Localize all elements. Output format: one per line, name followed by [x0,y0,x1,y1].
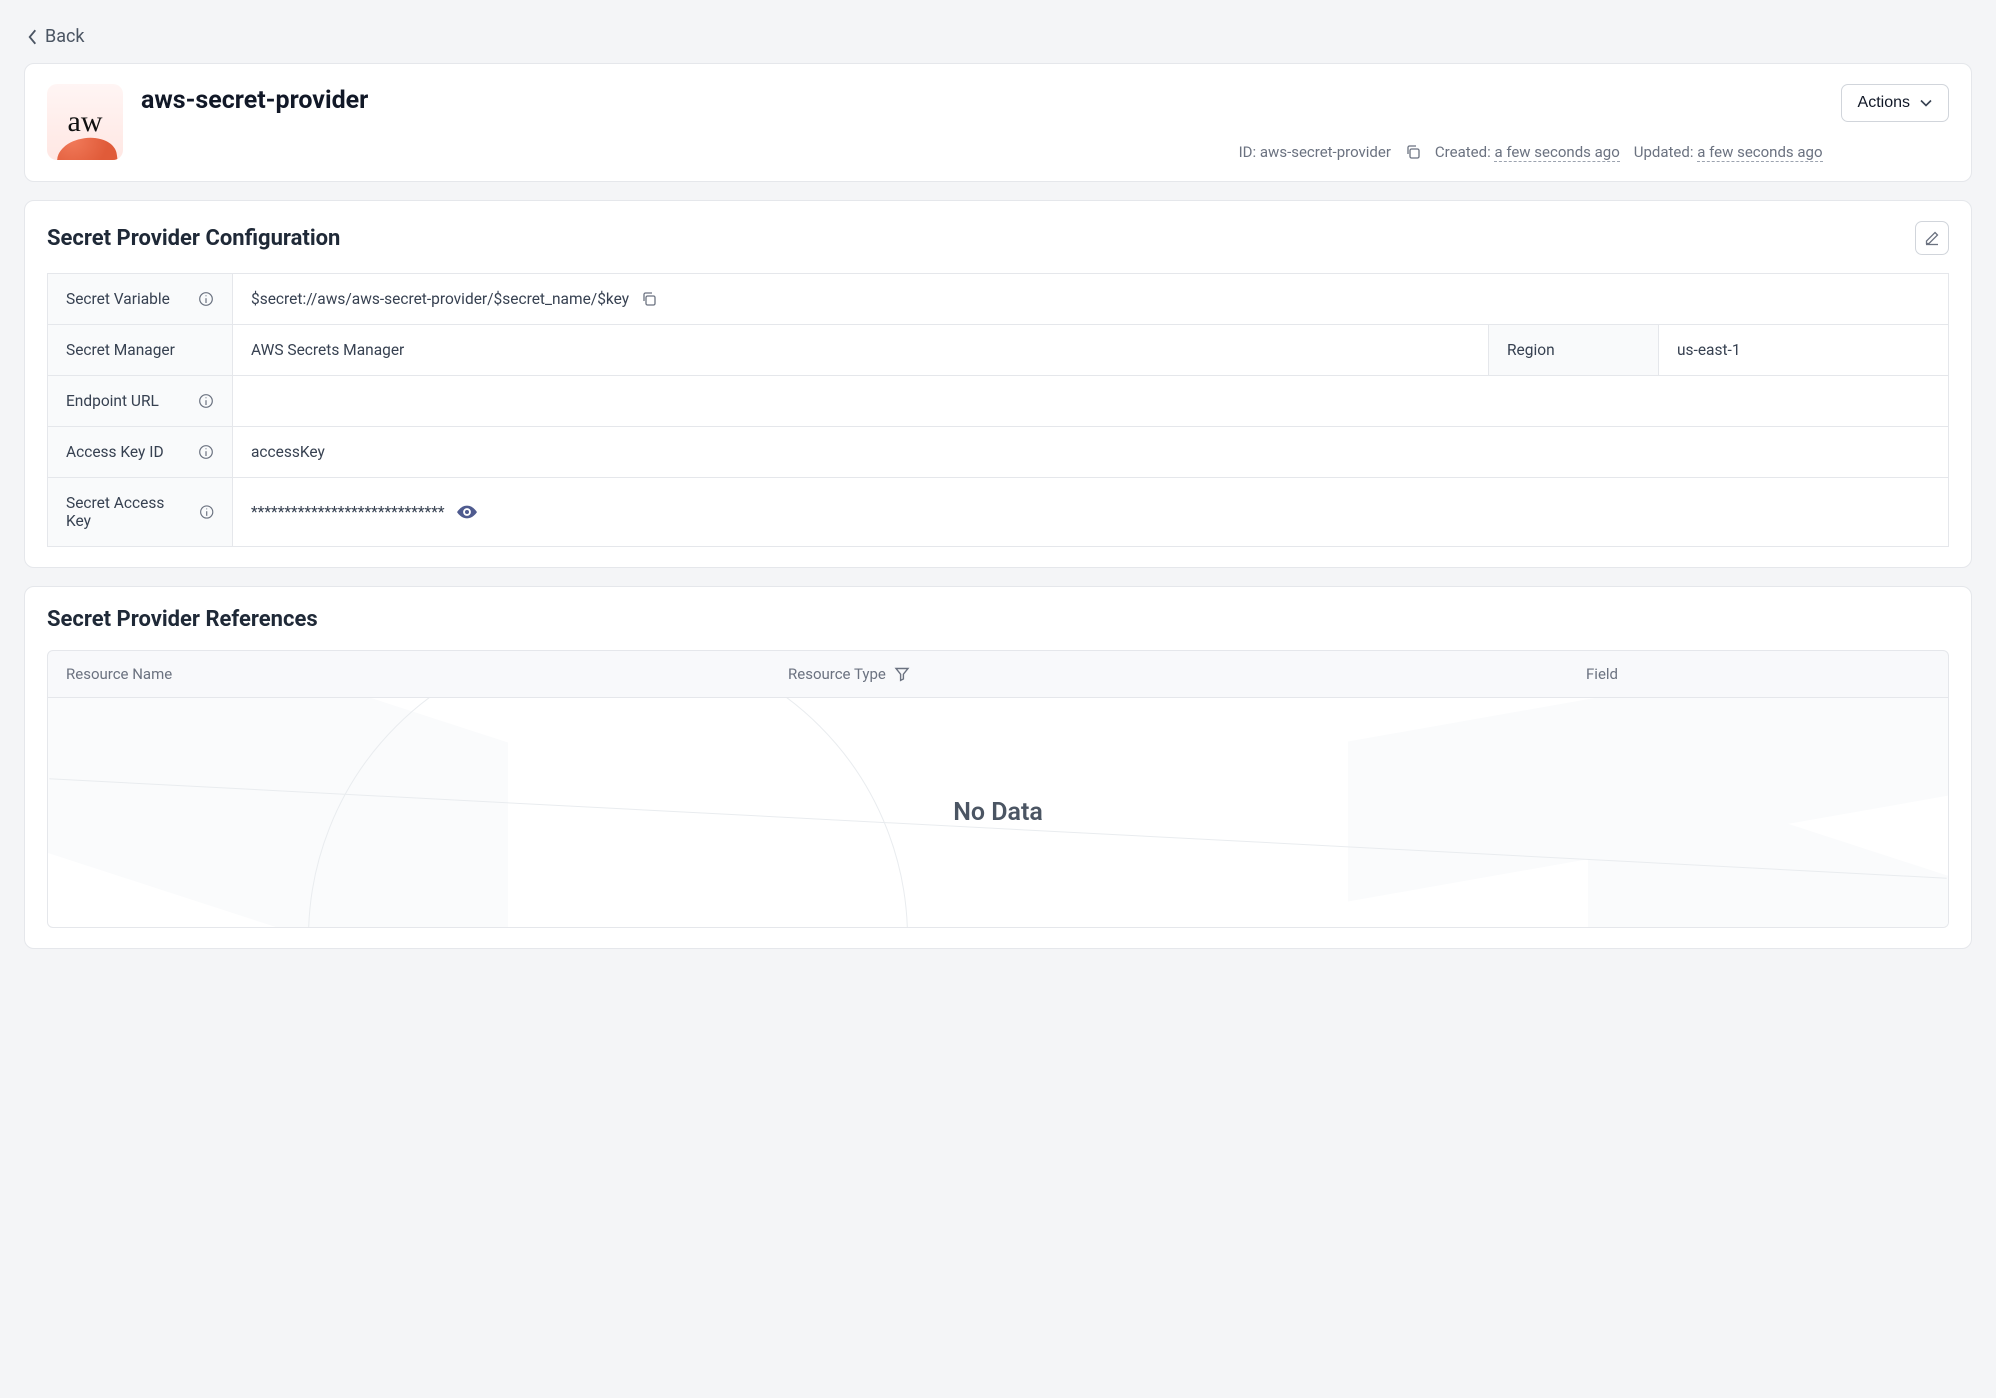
col-field[interactable]: Field [1568,651,1948,697]
chevron-down-icon [1920,99,1932,107]
access-key-id-label: Access Key ID [66,443,164,461]
page-title: aws-secret-provider [141,86,1823,115]
id-label: ID: [1239,143,1257,161]
back-button[interactable]: Back [28,26,85,47]
id-group: ID: aws-secret-provider [1239,143,1391,161]
row-endpoint-url: Endpoint URL [48,376,1949,427]
row-secret-access-key: Secret Access Key **********************… [48,478,1949,547]
region-label: Region [1507,341,1555,359]
references-table-header: Resource Name Resource Type Field [47,650,1949,698]
id-value: aws-secret-provider [1260,143,1391,161]
info-icon[interactable] [199,504,214,520]
provider-logo: aw [47,84,123,160]
secret-access-key-value: ***************************** [251,503,445,521]
actions-button[interactable]: Actions [1841,84,1949,122]
references-card: Secret Provider References Resource Name… [24,586,1972,949]
config-table: Secret Variable $secret://aws/aws-secret… [47,273,1949,547]
info-icon[interactable] [198,393,214,409]
col-field-label: Field [1586,665,1618,683]
updated-group: Updated: a few seconds ago [1634,143,1823,161]
region-value: us-east-1 [1677,341,1741,359]
filter-icon[interactable] [894,666,910,682]
access-key-id-value: accessKey [251,443,325,461]
col-resource-type-label: Resource Type [788,665,886,683]
endpoint-url-label: Endpoint URL [66,392,159,410]
created-label: Created: [1435,143,1491,161]
chevron-left-icon [28,29,37,45]
row-secret-variable: Secret Variable $secret://aws/aws-secret… [48,274,1949,325]
header-card: aw aws-secret-provider ID: aws-secret-pr… [24,63,1972,182]
provider-logo-text: aw [68,105,103,139]
edit-button[interactable] [1915,221,1949,255]
back-label: Back [45,26,85,47]
references-empty-state: No Data [47,698,1949,928]
created-group: Created: a few seconds ago [1435,143,1620,161]
config-card: Secret Provider Configuration Secret Var… [24,200,1972,568]
col-resource-name-label: Resource Name [66,665,172,683]
secret-variable-label: Secret Variable [66,290,170,308]
config-section-title: Secret Provider Configuration [47,226,340,251]
col-resource-name[interactable]: Resource Name [48,651,770,697]
secret-access-key-label: Secret Access Key [66,494,189,530]
col-resource-type[interactable]: Resource Type [770,651,1568,697]
info-icon[interactable] [198,291,214,307]
copy-icon[interactable] [1405,144,1421,160]
secret-manager-label: Secret Manager [66,341,175,359]
secret-variable-value: $secret://aws/aws-secret-provider/$secre… [251,290,629,308]
updated-value: a few seconds ago [1697,143,1822,162]
secret-manager-value: AWS Secrets Manager [251,341,404,359]
actions-label: Actions [1858,94,1910,112]
created-value: a few seconds ago [1494,143,1619,162]
no-data-text: No Data [953,798,1043,827]
eye-icon[interactable] [457,504,477,520]
info-icon[interactable] [198,444,214,460]
row-access-key-id: Access Key ID accessKey [48,427,1949,478]
references-section-title: Secret Provider References [47,607,1949,632]
copy-icon[interactable] [641,291,657,307]
pencil-icon [1924,230,1940,246]
row-secret-manager: Secret Manager AWS Secrets Manager Regio… [48,325,1949,376]
updated-label: Updated: [1634,143,1694,161]
